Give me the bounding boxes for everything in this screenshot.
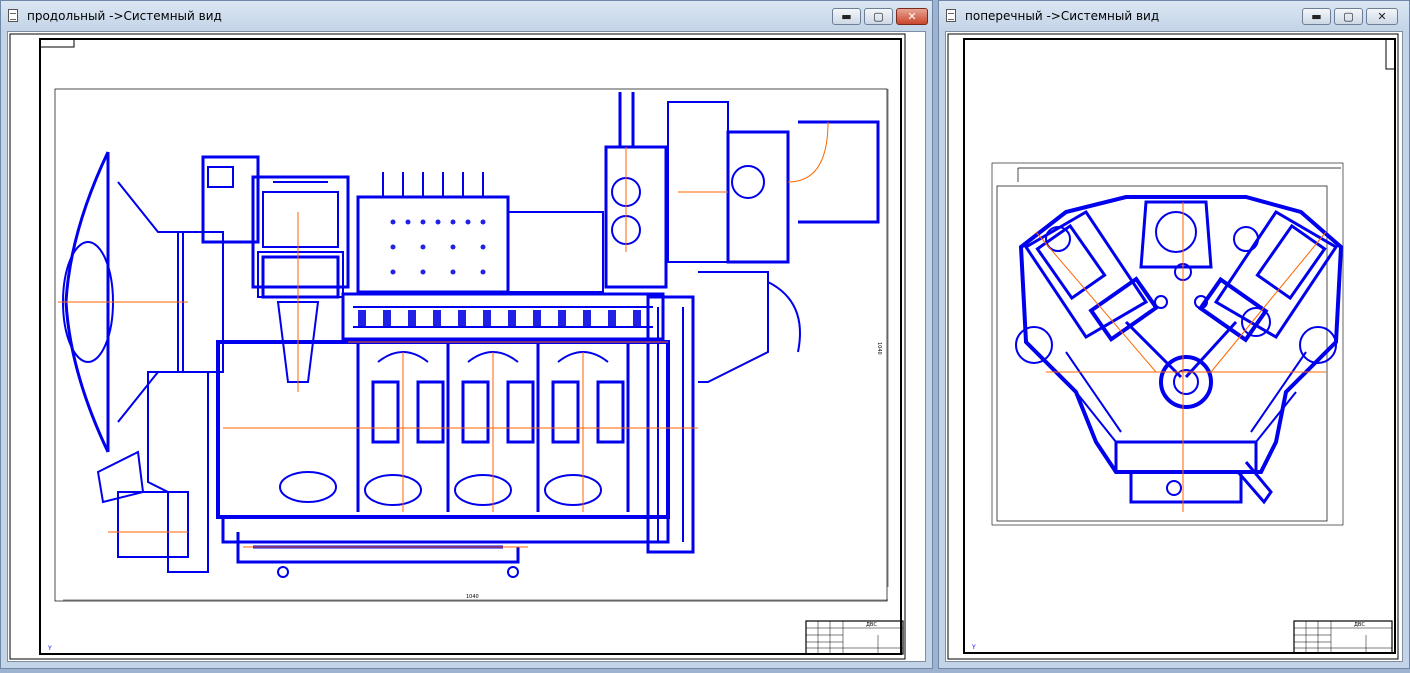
drawing-canvas[interactable]: 1040 1040 ДВС Y	[7, 31, 926, 662]
close-button[interactable]: ✕	[896, 8, 928, 25]
drawing-canvas[interactable]: ДВС Y	[945, 31, 1403, 662]
minimize-button[interactable]: ▬	[1302, 8, 1331, 25]
longitudinal-section-drawing: 1040 1040 ДВС Y	[9, 33, 906, 660]
ucs-marker: Y	[47, 645, 52, 652]
maximize-button[interactable]: ▢	[1334, 8, 1363, 25]
drawing-window-longitudinal[interactable]: продольный ->Системный вид ▬ ▢ ✕ 1040 10…	[0, 0, 933, 669]
window-titlebar[interactable]: продольный ->Системный вид ▬ ▢ ✕	[1, 1, 932, 31]
minimize-button[interactable]: ▬	[832, 8, 861, 25]
dimension-label-vertical: 1040	[876, 342, 882, 355]
engine-transverse-section	[1015, 195, 1344, 512]
ucs-marker: Y	[971, 644, 976, 651]
document-icon	[946, 9, 956, 22]
dimension-label-horizontal: 1040	[466, 594, 479, 600]
oil-pan-windows	[279, 471, 602, 506]
crankshaft-throws	[371, 380, 625, 444]
sheet-corner-box	[39, 38, 75, 48]
sheet-corner-box	[1385, 38, 1396, 70]
transverse-section-drawing: ДВС Y	[947, 33, 1399, 660]
window-title: поперечный ->Системный вид	[965, 9, 1160, 23]
title-block-label: ДВС	[1354, 622, 1365, 628]
view-boundary	[54, 88, 888, 602]
drawing-window-transverse[interactable]: поперечный ->Системный вид ▬ ▢ ✕ ДВС Y	[938, 0, 1410, 669]
close-button[interactable]: ✕	[1366, 8, 1398, 25]
engine-longitudinal-section	[58, 92, 880, 578]
document-icon	[8, 9, 18, 22]
camshaft-lobes	[358, 310, 641, 326]
title-block: ДВС	[1293, 620, 1393, 654]
pump-plungers	[390, 219, 486, 275]
title-block-label: ДВС	[866, 622, 877, 628]
window-title: продольный ->Системный вид	[27, 9, 222, 23]
sheet-outer-frame	[9, 33, 906, 660]
window-titlebar[interactable]: поперечный ->Системный вид ▬ ▢ ✕	[939, 1, 1409, 31]
title-block: ДВС	[805, 620, 904, 655]
maximize-button[interactable]: ▢	[864, 8, 893, 25]
